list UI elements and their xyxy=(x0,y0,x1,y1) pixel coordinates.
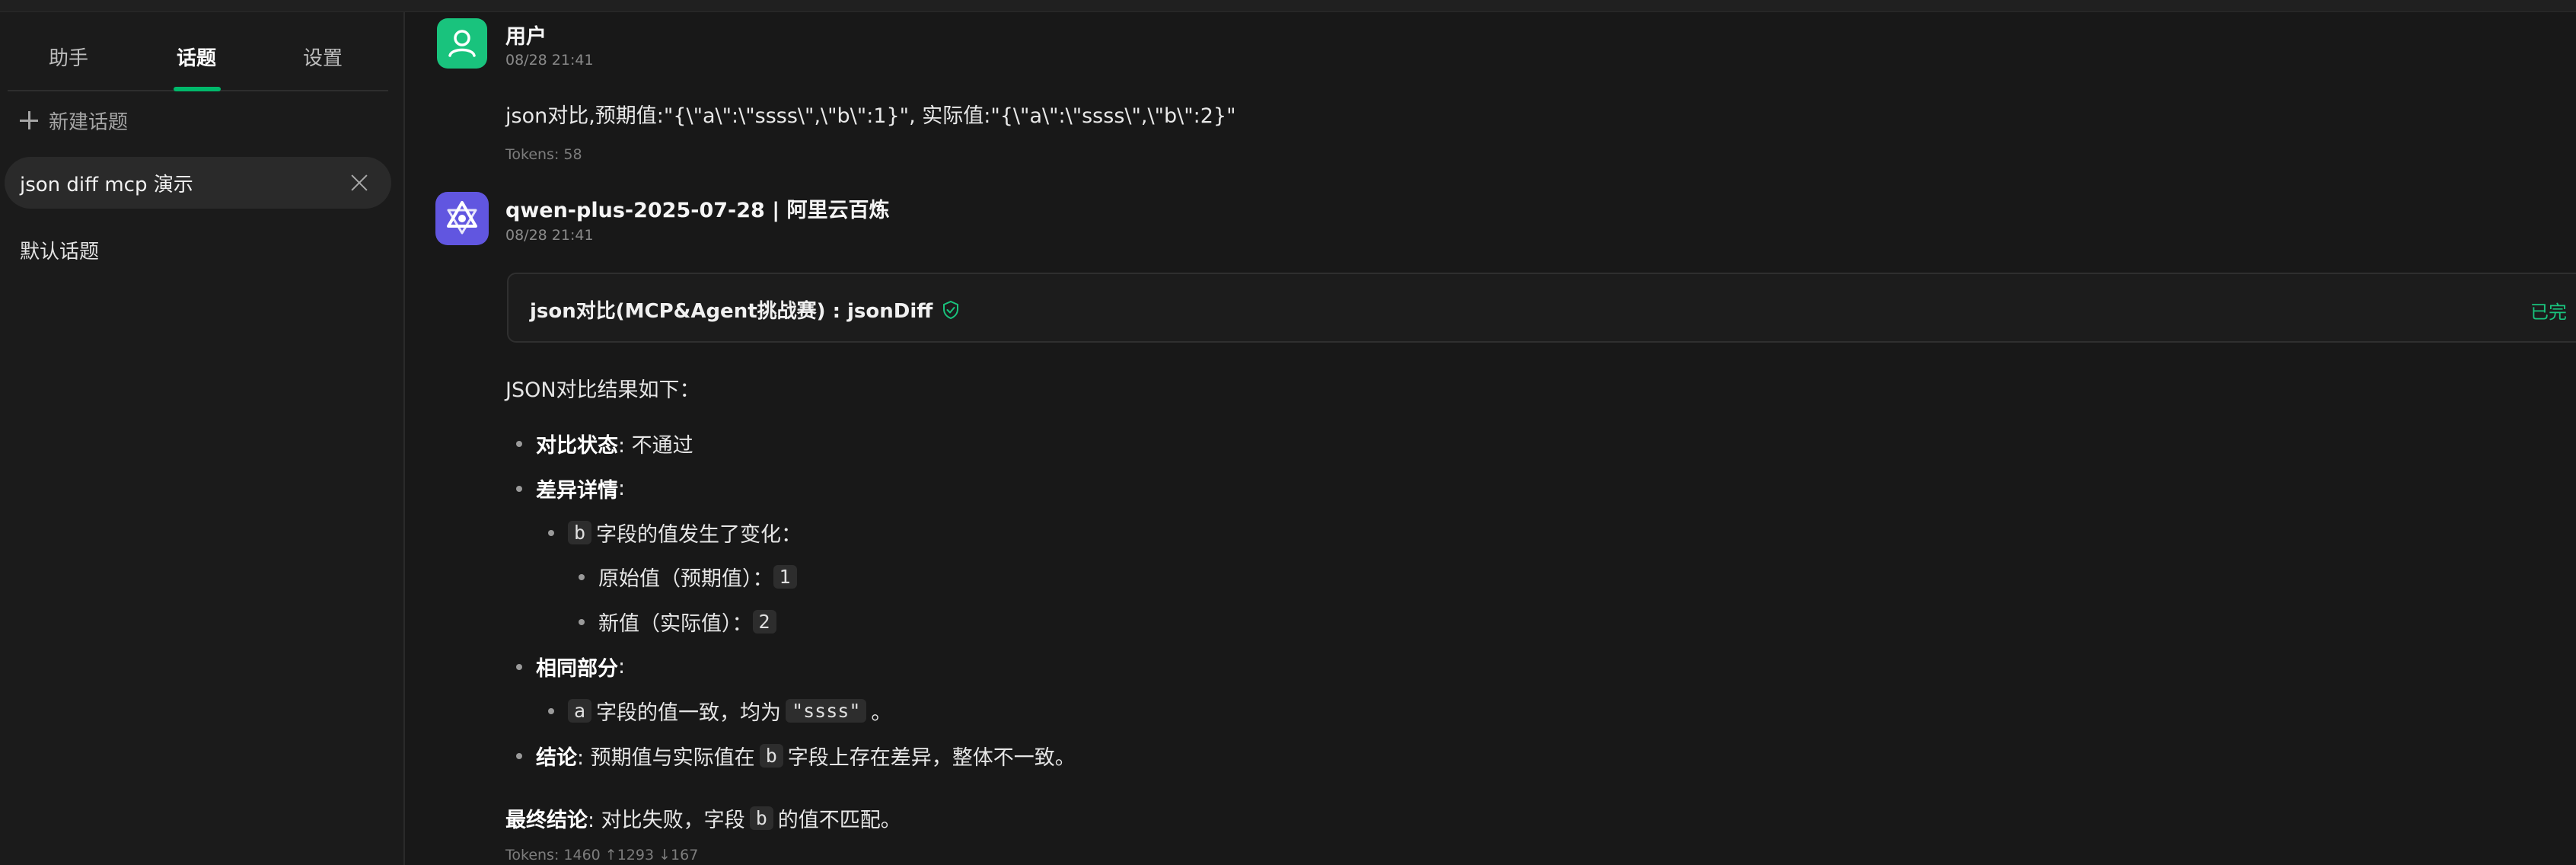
list-item-new-value: 新值（实际值）： 2 xyxy=(579,607,781,637)
conclusion-label: 结论 xyxy=(536,746,577,770)
diff-colon: : xyxy=(618,477,626,500)
diff-label: 差异详情 xyxy=(536,479,618,503)
same-period: 。 xyxy=(871,701,892,725)
sidebar-tabs: 助手 话题 设置 xyxy=(8,23,388,91)
new-topic-button[interactable]: 新建话题 xyxy=(20,105,128,136)
shield-check-icon xyxy=(943,300,959,319)
code-new-value: 2 xyxy=(752,610,776,634)
same-label: 相同部分 xyxy=(536,657,618,681)
list-item-diff-field: b 字段的值发生了变化： xyxy=(548,518,802,547)
list-item-diff: 差异详情 : xyxy=(516,474,625,503)
user-message-tokens: Tokens: 58 xyxy=(505,146,582,163)
plus-icon xyxy=(20,111,38,129)
tool-call-name: json对比(MCP&Agent挑战赛) : jsonDiff xyxy=(530,300,933,323)
bullet xyxy=(516,752,522,759)
conclusion-pre: : 预期值与实际值在 xyxy=(577,746,755,770)
original-value-label: 原始值（预期值）： xyxy=(598,567,773,591)
topic-item-default[interactable]: 默认话题 xyxy=(20,236,99,264)
diff-field-text: 字段的值发生了变化： xyxy=(596,523,802,547)
bullet xyxy=(548,529,554,536)
code-same-value: "ssss" xyxy=(786,699,867,723)
bullet xyxy=(516,485,522,492)
final-label: 最终结论 xyxy=(505,809,588,832)
tool-call-label: json对比(MCP&Agent挑战赛) : jsonDiff xyxy=(530,295,960,324)
chat-area: 用户 08/28 21:41 json对比,预期值:"{\"a\":\"ssss… xyxy=(406,12,2576,865)
user-message-text: json对比,预期值:"{\"a\":\"ssss\",\"b\":1}", 实… xyxy=(505,104,1236,128)
code-original-value: 1 xyxy=(773,565,797,589)
list-item-conclusion: 结论 : 预期值与实际值在 b 字段上存在差异，整体不一致。 xyxy=(516,741,1076,771)
final-pre: : 对比失败，字段 xyxy=(588,809,745,832)
user-icon xyxy=(448,30,476,57)
code-same-field: a xyxy=(568,699,592,723)
tool-call-status: 已完 xyxy=(2530,302,2567,323)
list-item-same-field: a 字段的值一致，均为 "ssss" 。 xyxy=(548,696,891,726)
bullet xyxy=(579,618,585,625)
final-conclusion: 最终结论 : 对比失败，字段 b 的值不匹配。 xyxy=(505,803,901,833)
bullet xyxy=(516,440,522,447)
assistant-avatar xyxy=(435,192,489,245)
bullet xyxy=(516,663,522,670)
final-post: 的值不匹配。 xyxy=(777,809,901,832)
new-topic-label: 新建话题 xyxy=(49,110,129,134)
tab-assistant[interactable]: 助手 xyxy=(49,43,88,71)
topic-item-label: json diff mcp 演示 xyxy=(20,173,193,196)
list-item-original-value: 原始值（预期值）： 1 xyxy=(579,562,802,592)
user-avatar xyxy=(437,18,487,69)
status-value: : 不通过 xyxy=(618,434,693,458)
same-field-text: 字段的值一致，均为 xyxy=(596,701,782,725)
active-tab-indicator xyxy=(174,87,221,91)
list-item-status: 对比状态 : 不通过 xyxy=(516,429,693,458)
tab-topics[interactable]: 话题 xyxy=(177,43,216,71)
bullet xyxy=(548,707,554,714)
qwen-logo-icon xyxy=(447,201,477,235)
user-name: 用户 xyxy=(505,25,547,49)
code-conclusion-field: b xyxy=(759,744,783,768)
new-value-label: 新值（实际值）： xyxy=(598,612,753,636)
result-intro: JSON对比结果如下： xyxy=(505,378,700,402)
tool-call-card[interactable]: json对比(MCP&Agent挑战赛) : jsonDiff 已完 xyxy=(507,273,2576,343)
user-message-time: 08/28 21:41 xyxy=(505,52,594,69)
assistant-name: qwen-plus-2025-07-28 | 阿里云百炼 xyxy=(505,199,890,222)
same-colon: : xyxy=(618,655,626,678)
conclusion-post: 字段上存在差异，整体不一致。 xyxy=(787,746,1076,770)
code-diff-field: b xyxy=(568,521,592,544)
bullet xyxy=(579,573,585,580)
assistant-message-tokens: Tokens: 1460 ↑1293 ↓167 xyxy=(505,847,699,863)
tab-settings[interactable]: 设置 xyxy=(303,43,343,71)
list-item-same: 相同部分 : xyxy=(516,652,625,681)
topic-item-json-diff[interactable]: json diff mcp 演示 xyxy=(5,157,391,209)
close-icon[interactable] xyxy=(350,174,368,192)
status-label: 对比状态 xyxy=(536,434,618,458)
sidebar: 助手 话题 设置 新建话题 json diff mcp 演示 默认话题 xyxy=(0,12,405,865)
window-top-bar xyxy=(0,0,2576,12)
assistant-message-time: 08/28 21:41 xyxy=(505,227,594,244)
code-final-field: b xyxy=(749,806,773,830)
